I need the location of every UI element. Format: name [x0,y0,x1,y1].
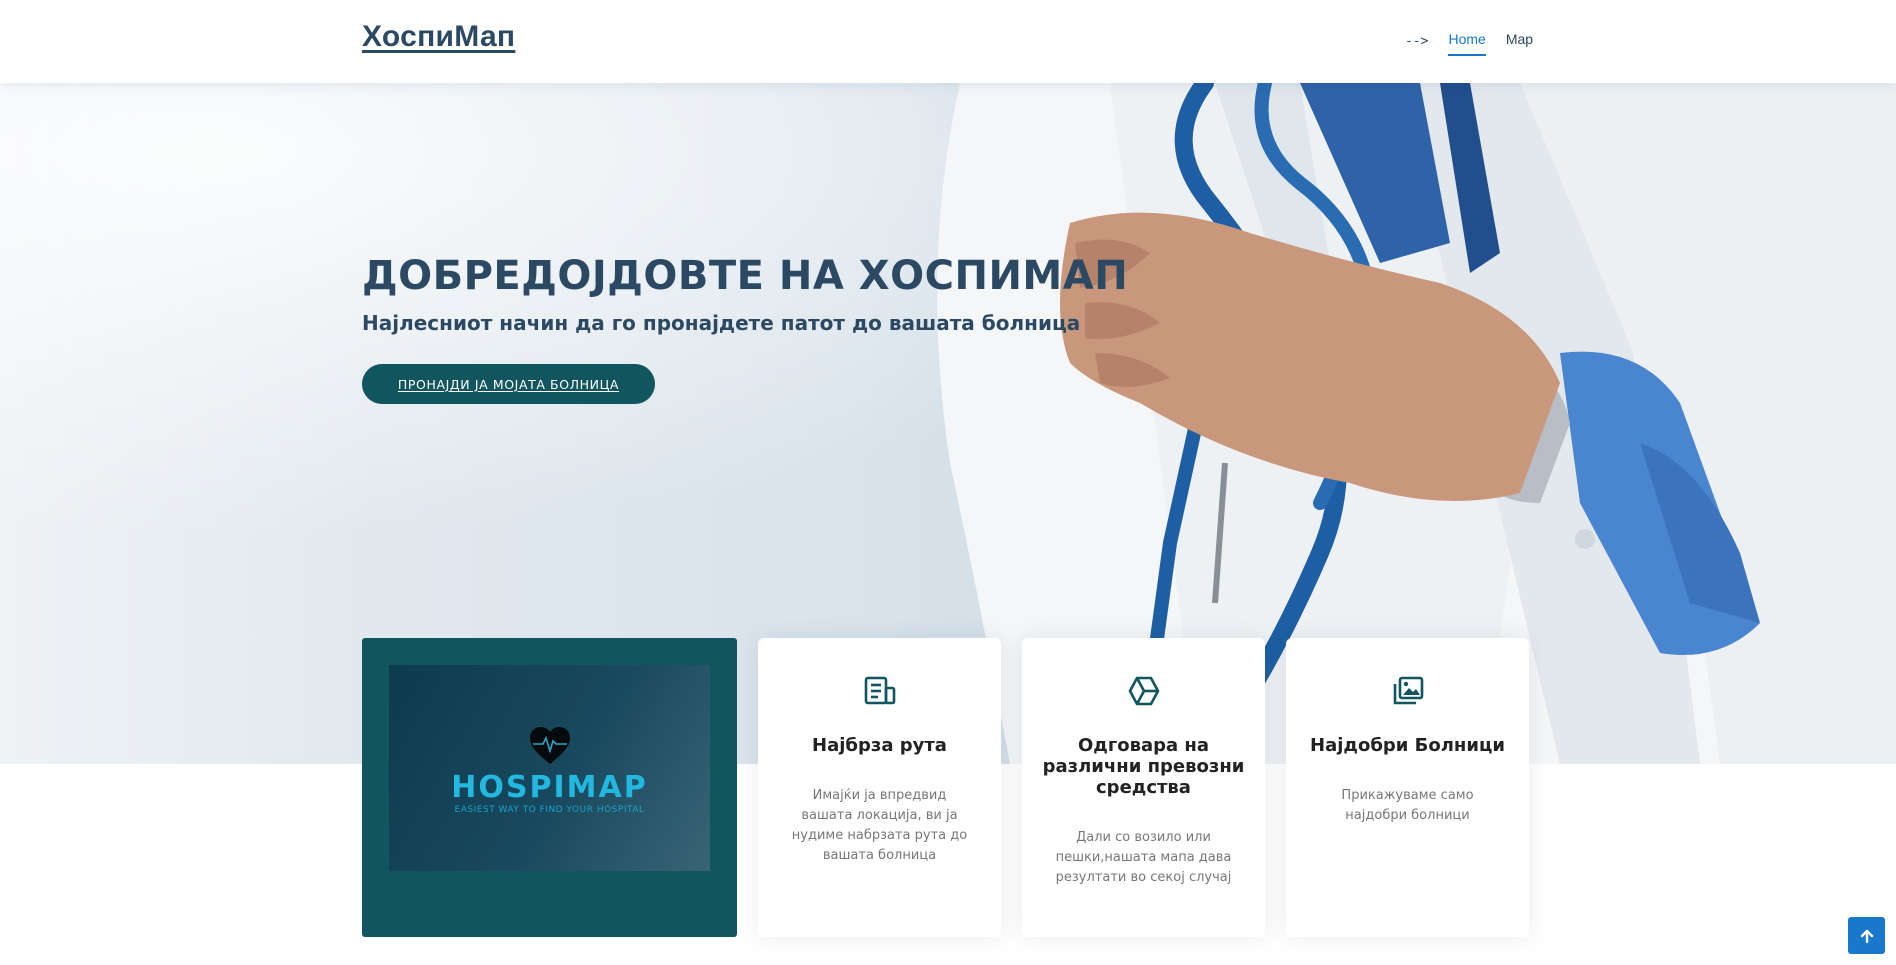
receipt-icon [864,676,896,705]
site-logo[interactable]: ХоспиМап [362,20,515,54]
site-header: ХоспиМап --> Home Map [0,0,1896,83]
heart-pulse-icon [530,727,570,764]
feature-text: Прикажуваме само најдобри болници [1341,788,1474,823]
feature-title: Одговара на различни превозни средства [1042,735,1245,798]
main-nav: --> Home Map [1405,28,1553,56]
find-hospital-button[interactable]: ПРОНАЈДИ ЈА МОЈАТА БОЛНИЦА [362,364,655,404]
hospimap-logo-image: HOSPIMAP EASIEST WAY TO FIND YOUR HOSPIT… [389,665,710,871]
hero-subtitle: Најлесниот начин да го пронајдете патот … [362,311,1081,335]
arrow-up-icon [1860,929,1873,943]
images-icon [1393,676,1424,705]
brand-tagline: EASIEST WAY TO FIND YOUR HOSPITAL [454,805,645,815]
feature-card-best-hospitals: Најдобри Болници Прикажуваме само најдоб… [1286,638,1529,937]
nav-map-link[interactable]: Map [1506,28,1533,54]
hero-title: ДОБРЕДОЈДОВТЕ НА ХОСПИМАП [362,253,1129,299]
brand-card: HOSPIMAP EASIEST WAY TO FIND YOUR HOSPIT… [362,638,737,937]
back-to-top-button[interactable] [1848,917,1885,954]
brand-name: HOSPIMAP [451,770,648,805]
nav-home-link[interactable]: Home [1448,28,1486,56]
feature-text: Имајќи ја впредвид вашата локација, ви ј… [791,788,968,863]
cube-icon [1128,676,1160,706]
feature-text: Дали со возило или пешки,нашата мапа дав… [1055,830,1232,885]
stray-comment-text: --> [1405,34,1429,49]
feature-card-fastest-route: Најбрза рута Имајќи ја впредвид вашата л… [758,638,1001,937]
feature-title: Најбрза рута [812,735,947,756]
feature-card-transport: Одговара на различни превозни средства Д… [1022,638,1265,937]
feature-title: Најдобри Болници [1310,735,1505,756]
